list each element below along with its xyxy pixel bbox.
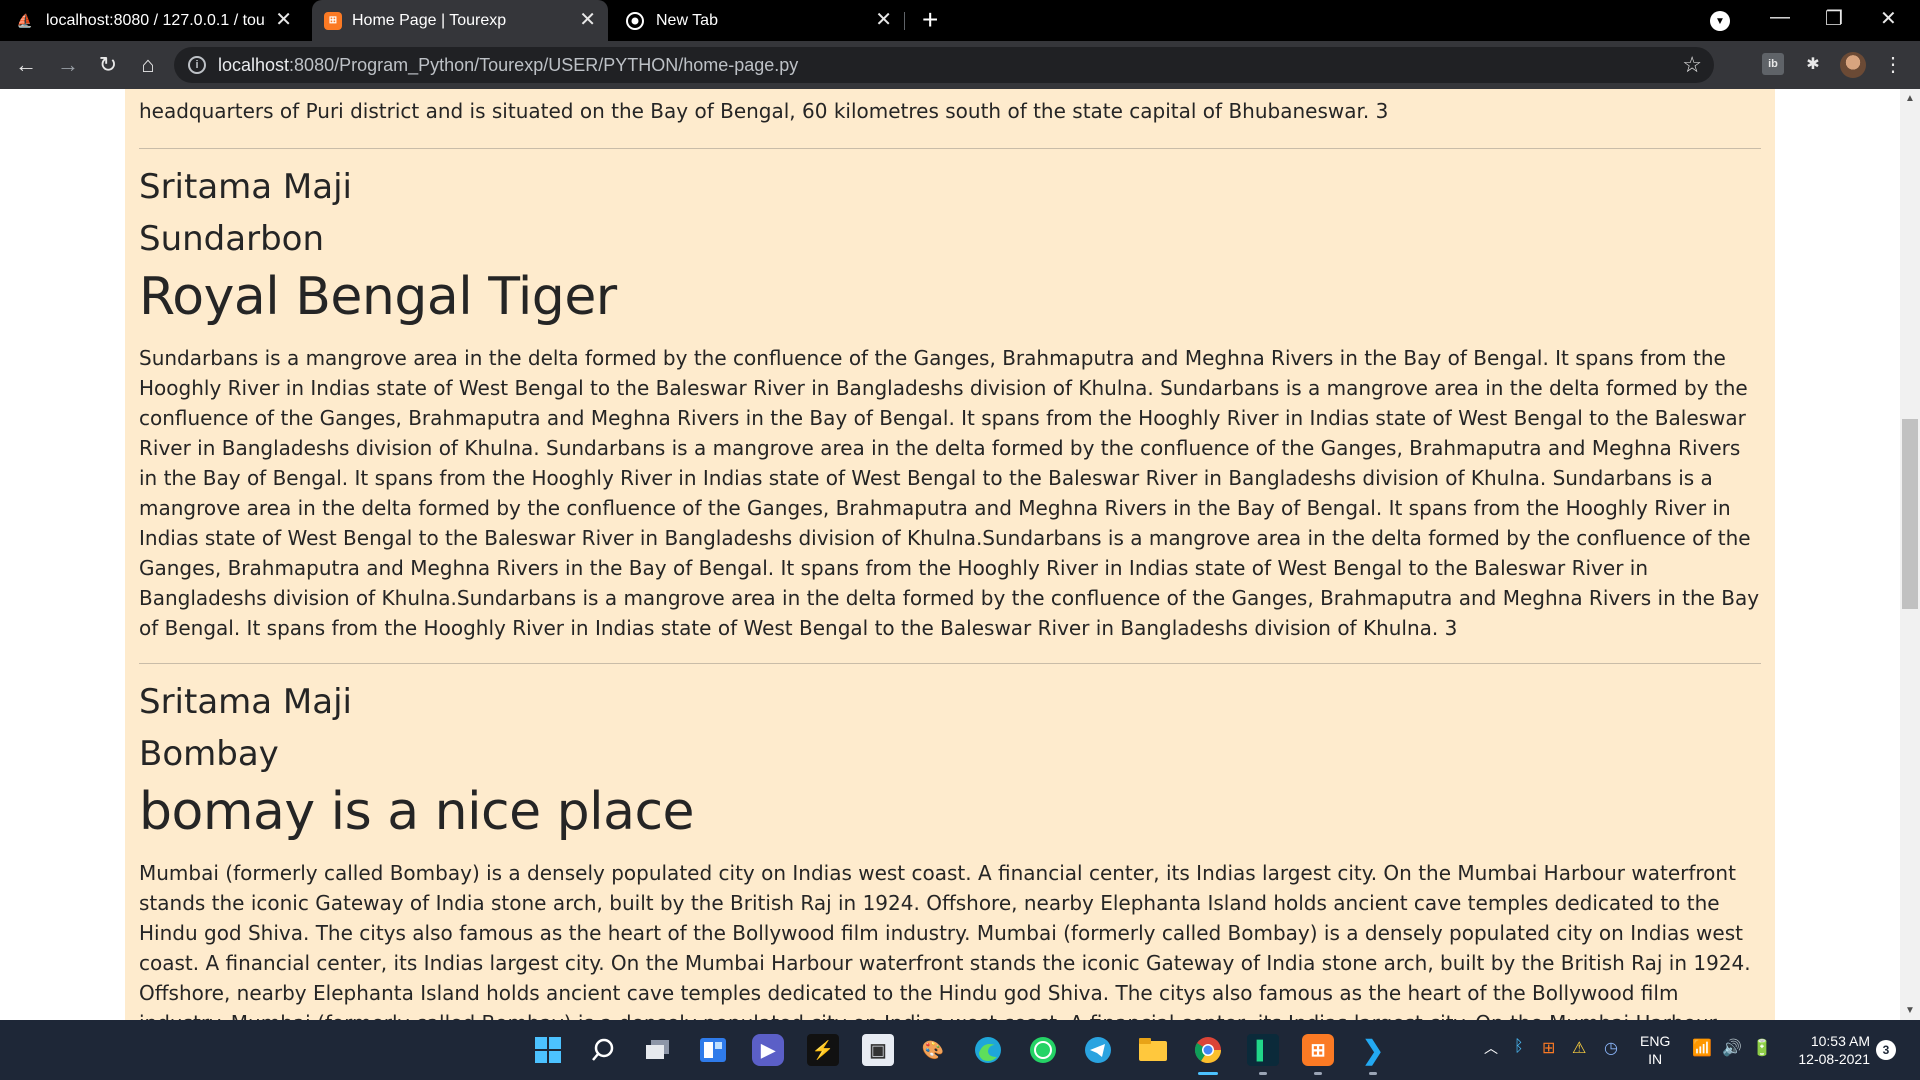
extensions-puzzle-icon[interactable]: ✱	[1802, 53, 1824, 75]
paint-icon[interactable]: 🎨	[917, 1034, 949, 1066]
telegram-icon[interactable]	[1082, 1034, 1114, 1066]
search-icon[interactable]	[587, 1034, 619, 1066]
edge-icon[interactable]	[972, 1034, 1004, 1066]
address-bar[interactable]: i localhost:8080/Program_Python/Tourexp/…	[174, 47, 1714, 83]
active-indicator	[1198, 1072, 1218, 1075]
close-icon[interactable]: ✕	[875, 10, 892, 30]
tab-title: New Tab	[656, 11, 718, 29]
teams-chat-icon[interactable]: ▶	[752, 1034, 784, 1066]
home-icon[interactable]: ⌂	[134, 51, 162, 79]
avatar[interactable]	[1840, 52, 1866, 78]
windows-start-icon[interactable]	[532, 1034, 564, 1066]
page-viewport: headquarters of Puri district and is sit…	[0, 89, 1900, 1020]
posts-container: headquarters of Puri district and is sit…	[125, 89, 1775, 1020]
xampp-tray-icon[interactable]: ⊞	[1542, 1038, 1555, 1058]
tab-home-page[interactable]: ⊞ Home Page | Tourexp ✕	[312, 0, 608, 41]
post-author: Sritama Maji	[139, 682, 352, 722]
tab-title: localhost:8080 / 127.0.0.1 / toure	[46, 11, 266, 29]
system-clock[interactable]: 10:53 AM 12-08-2021	[1790, 1032, 1870, 1068]
post-place: Sundarbon	[139, 219, 325, 259]
divider	[139, 148, 1761, 149]
extension-icon[interactable]: ib	[1762, 53, 1784, 75]
file-explorer-icon[interactable]	[1137, 1034, 1169, 1066]
vscode-icon[interactable]: ❯	[1357, 1034, 1389, 1066]
xampp-icon: ⊞	[324, 11, 342, 30]
tab-separator	[904, 12, 905, 30]
divider	[139, 663, 1761, 664]
restore-button[interactable]: ❐	[1825, 6, 1843, 31]
tab-phpmyadmin[interactable]: ⛵ localhost:8080 / 127.0.0.1 / toure ✕	[14, 0, 304, 41]
post-body: Sundarbans is a mangrove area in the del…	[139, 346, 1760, 640]
post-title: bomay is a nice place	[139, 782, 695, 842]
browser-toolbar: ← → ↻ ⌂ i localhost:8080/Program_Python/…	[0, 41, 1920, 89]
chrome-icon[interactable]	[1192, 1034, 1224, 1066]
forward-icon[interactable]: →	[54, 51, 82, 79]
back-icon[interactable]: ←	[12, 51, 40, 79]
tab-title: Home Page | Tourexp	[352, 11, 507, 29]
bookmark-star-icon[interactable]: ☆	[1682, 52, 1702, 78]
language-indicator[interactable]: ENG IN	[1640, 1032, 1670, 1068]
notification-badge[interactable]: 3	[1876, 1040, 1896, 1060]
tab-search-icon[interactable]: ▼	[1710, 11, 1730, 31]
close-icon[interactable]: ✕	[275, 10, 292, 30]
wifi-icon[interactable]: 📶	[1692, 1038, 1712, 1058]
minimize-button[interactable]: —	[1770, 6, 1790, 29]
task-view-icon[interactable]	[642, 1034, 674, 1066]
clock-tray-icon[interactable]: ◷	[1604, 1038, 1618, 1058]
pycharm-icon[interactable]: ▌	[1247, 1034, 1279, 1066]
battery-icon[interactable]: 🔋	[1752, 1038, 1772, 1058]
scrollbar-thumb[interactable]	[1902, 419, 1918, 609]
post-place: Bombay	[139, 734, 279, 774]
tab-new-tab[interactable]: New Tab ✕	[614, 0, 904, 41]
security-warning-icon[interactable]: ⚠	[1572, 1038, 1586, 1058]
page-scrollbar[interactable]: ▲ ▼	[1900, 89, 1920, 1020]
new-tab-button[interactable]: +	[922, 6, 938, 34]
app-icon[interactable]: ⚡	[807, 1034, 839, 1066]
tab-strip: ⛵ localhost:8080 / 127.0.0.1 / toure ✕ ⊞…	[0, 0, 1920, 41]
post-title: Royal Bengal Tiger	[139, 267, 617, 327]
menu-icon[interactable]: ⋮	[1882, 53, 1904, 76]
bluetooth-icon[interactable]: ᛒ	[1514, 1038, 1524, 1056]
scroll-up-icon[interactable]: ▲	[1905, 93, 1915, 104]
chevron-up-icon[interactable]: ︿	[1484, 1038, 1498, 1058]
url-text[interactable]: localhost:8080/Program_Python/Tourexp/US…	[218, 55, 798, 76]
scroll-down-icon[interactable]: ▼	[1905, 1005, 1915, 1016]
running-indicator	[1369, 1072, 1377, 1075]
running-indicator	[1259, 1072, 1267, 1075]
post-author: Sritama Maji	[139, 167, 352, 207]
site-info-icon[interactable]: i	[188, 56, 206, 74]
volume-icon[interactable]: 🔊	[1722, 1038, 1742, 1058]
reload-icon[interactable]: ↻	[94, 51, 122, 79]
close-icon[interactable]: ✕	[579, 10, 596, 30]
whatsapp-icon[interactable]	[1027, 1034, 1059, 1066]
post-body: Mumbai (formerly called Bombay) is a den…	[139, 861, 1751, 1020]
windows-taskbar: ▶ ⚡ ▣ 🎨 ▌ ⊞ ❯ ︿ ᛒ ⊞ ⚠ ◷ ENG IN 📶 🔊 🔋 10:…	[0, 1020, 1920, 1080]
snipping-tool-icon[interactable]: ▣	[862, 1034, 894, 1066]
widgets-icon[interactable]	[697, 1034, 729, 1066]
post-body-partial: headquarters of Puri district and is sit…	[139, 99, 1389, 123]
chrome-icon	[624, 10, 646, 32]
phpmyadmin-icon: ⛵	[16, 12, 34, 28]
running-indicator	[1314, 1072, 1322, 1075]
close-window-button[interactable]: ✕	[1880, 6, 1897, 31]
xampp-icon[interactable]: ⊞	[1302, 1034, 1334, 1066]
